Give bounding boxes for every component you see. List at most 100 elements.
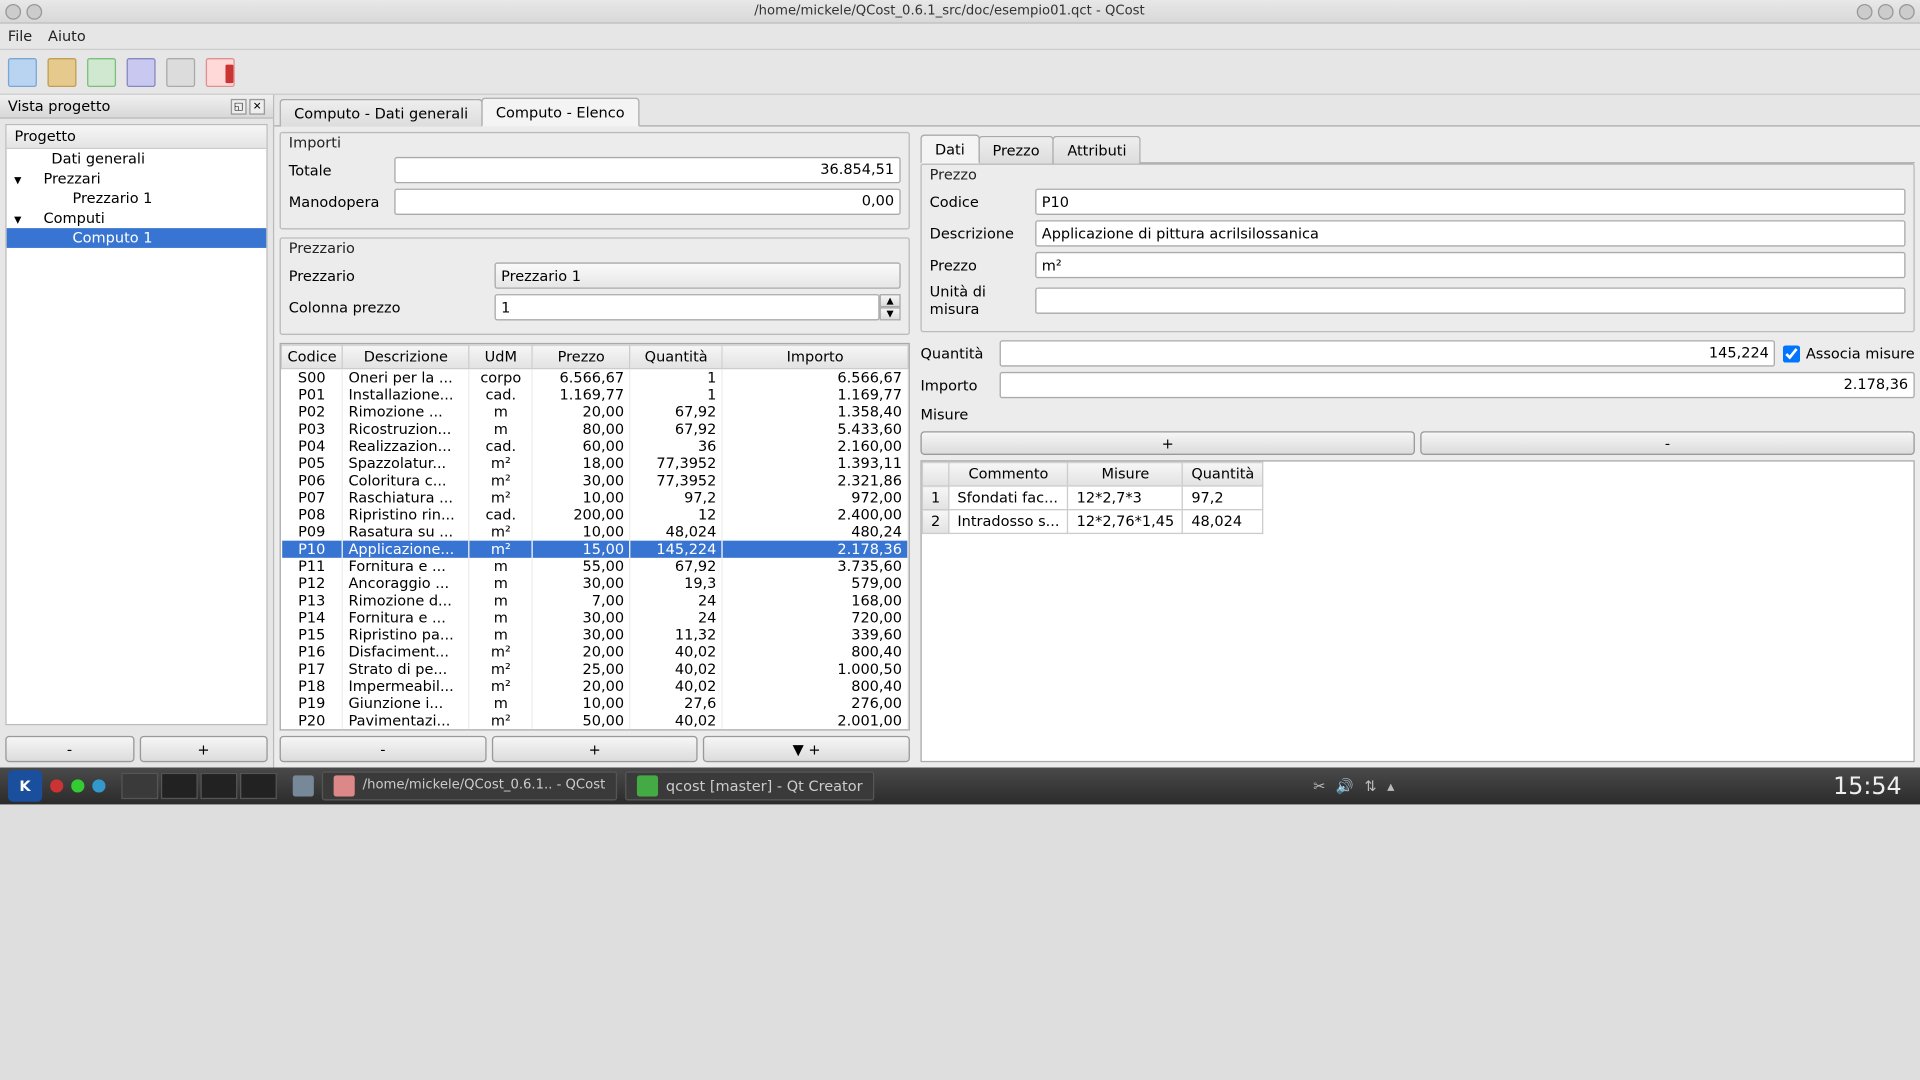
row-remove-button[interactable]: -	[280, 736, 487, 762]
table-row[interactable]: P17Strato di pe...m²25,0040,021.000,50	[282, 661, 908, 678]
window-button[interactable]	[1857, 3, 1873, 19]
window-button[interactable]	[1899, 3, 1915, 19]
desktop-pager[interactable]	[121, 773, 277, 799]
table-row[interactable]: P09Rasatura su ...m²10,0048,024480,24	[282, 524, 908, 541]
checkbox-associa-misure[interactable]	[1783, 345, 1800, 362]
kde-menu-icon[interactable]: K	[8, 770, 42, 802]
tray-network-icon[interactable]: ⇅	[1364, 777, 1376, 794]
import-icon[interactable]	[87, 57, 116, 86]
table-row[interactable]: P11Fornitura e ...m55,0067,923.735,60	[282, 558, 908, 575]
col-commento[interactable]: Commento	[949, 462, 1068, 486]
label-manodopera: Manodopera	[289, 193, 387, 210]
spin-up-icon[interactable]: ▲	[880, 294, 901, 307]
misure-remove-button[interactable]: -	[1420, 431, 1915, 455]
window-title: /home/mickele/QCost_0.6.1_src/doc/esempi…	[42, 4, 1857, 19]
project-tree[interactable]: Progetto Dati generali ▾Prezzari Prezzar…	[5, 124, 267, 725]
activity-green-icon[interactable]	[71, 779, 84, 792]
col-codice[interactable]: Codice	[282, 345, 343, 369]
activity-blue-icon[interactable]	[92, 779, 105, 792]
taskbar-app-qtcreator[interactable]: qcost [master] - Qt Creator	[625, 771, 874, 800]
col-quantita[interactable]: Quantità	[630, 345, 722, 369]
select-prezzario[interactable]: Prezzario 1	[495, 262, 901, 288]
tab-attributi[interactable]: Attributi	[1053, 136, 1141, 164]
table-row[interactable]: P18Impermeabil...m²20,0040,02800,40	[282, 678, 908, 695]
activity-red-icon[interactable]	[50, 779, 63, 792]
taskbar: K /home/mickele/QCost_0.6.1.. - QCost qc…	[0, 767, 1920, 804]
row-add-button[interactable]: +	[491, 736, 698, 762]
input-prezzo[interactable]	[1035, 252, 1905, 278]
table-row[interactable]: P03Ricostruzion...m80,0067,925.433,60	[282, 421, 908, 438]
table-row[interactable]: P12Ancoraggio ...m30,0019,3579,00	[282, 575, 908, 592]
menu-help[interactable]: Aiuto	[48, 28, 86, 45]
label-importo: Importo	[920, 376, 991, 393]
menubar: File Aiuto	[0, 24, 1920, 50]
misure-row[interactable]: 1Sfondati fac...12*2,7*397,2	[922, 486, 1262, 510]
col-prezzo[interactable]: Prezzo	[532, 345, 630, 369]
table-row[interactable]: P01Installazione...cad.1.169,7711.169,77	[282, 386, 908, 403]
table-row[interactable]: P15Ripristino pa...m30,0011,32339,60	[282, 626, 908, 643]
input-unita-misura[interactable]	[1035, 287, 1905, 313]
row-duplicate-button[interactable]: ▼ +	[703, 736, 910, 762]
taskbar-app-qcost[interactable]: /home/mickele/QCost_0.6.1.. - QCost	[322, 771, 617, 800]
window-titlebar: /home/mickele/QCost_0.6.1_src/doc/esempi…	[0, 0, 1920, 24]
save-icon[interactable]	[127, 57, 156, 86]
tab-elenco[interactable]: Computo - Elenco	[481, 98, 639, 127]
tab-dati-generali[interactable]: Computo - Dati generali	[280, 99, 483, 127]
input-descrizione[interactable]	[1035, 220, 1905, 246]
table-row[interactable]: P05Spazzolatur...m²18,0077,39521.393,11	[282, 455, 908, 472]
items-table[interactable]: Codice Descrizione UdM Prezzo Quantità I…	[280, 343, 910, 731]
tray-more-icon[interactable]: ▴	[1387, 777, 1394, 794]
col-importo[interactable]: Importo	[722, 345, 908, 369]
table-row[interactable]: P10Applicazione...m²15,00145,2242.178,36	[282, 541, 908, 558]
table-row[interactable]: P06Coloritura c...m²30,0077,39522.321,86	[282, 472, 908, 489]
print-icon[interactable]	[166, 57, 195, 86]
dock-float-button[interactable]: ◱	[231, 98, 247, 114]
tree-add-button[interactable]: +	[139, 736, 268, 762]
label-prezzo: Prezzo	[930, 256, 1028, 273]
tray-volume-icon[interactable]: 🔊	[1336, 777, 1354, 794]
tab-dati[interactable]: Dati	[920, 135, 979, 164]
menu-file[interactable]: File	[8, 28, 32, 45]
show-desktop-icon[interactable]	[293, 775, 314, 796]
expand-icon[interactable]: ▾	[12, 171, 24, 188]
tree-item-dati-generali[interactable]: Dati generali	[7, 149, 267, 169]
exit-icon[interactable]	[206, 57, 235, 86]
table-row[interactable]: P07Raschiatura ...m²10,0097,2972,00	[282, 489, 908, 506]
col-misure[interactable]: Misure	[1068, 462, 1183, 486]
field-importo: 2.178,36	[1000, 372, 1915, 398]
table-row[interactable]: S00Oneri per la ...corpo6.566,6716.566,6…	[282, 369, 908, 387]
tab-prezzo[interactable]: Prezzo	[978, 136, 1054, 164]
tree-item-prezzario1[interactable]: Prezzario 1	[7, 189, 267, 209]
dock-close-button[interactable]: ✕	[249, 98, 265, 114]
window-close-button[interactable]	[5, 3, 21, 19]
spin-colonna-prezzo[interactable]	[495, 294, 880, 320]
misure-add-button[interactable]: +	[920, 431, 1415, 455]
misure-table[interactable]: Commento Misure Quantità 1Sfondati fac..…	[920, 460, 1914, 762]
input-codice[interactable]	[1035, 189, 1905, 215]
tree-remove-button[interactable]: -	[5, 736, 134, 762]
window-min-button[interactable]	[26, 3, 42, 19]
table-row[interactable]: P16Disfaciment...m²20,0040,02800,40	[282, 644, 908, 661]
table-row[interactable]: P19Giunzione i...m10,0027,6276,00	[282, 695, 908, 712]
col-mqta[interactable]: Quantità	[1183, 462, 1263, 486]
misure-row[interactable]: 2Intradosso s...12*2,76*1,4548,024	[922, 510, 1262, 534]
table-row[interactable]: P20Pavimentazi...m²50,0040,022.001,00	[282, 712, 908, 729]
tray-scissors-icon[interactable]: ✂	[1313, 777, 1325, 794]
table-row[interactable]: P04Realizzazion...cad.60,00362.160,00	[282, 438, 908, 455]
table-row[interactable]: P02Rimozione ...m20,0067,921.358,40	[282, 404, 908, 421]
table-row[interactable]: P08Ripristino rin...cad.200,00122.400,00	[282, 506, 908, 523]
spin-down-icon[interactable]: ▼	[880, 307, 901, 320]
col-udm[interactable]: UdM	[469, 345, 532, 369]
open-icon[interactable]	[47, 57, 76, 86]
expand-icon[interactable]: ▾	[12, 211, 24, 228]
table-row[interactable]: P14Fornitura e ...m30,0024720,00	[282, 609, 908, 626]
new-icon[interactable]	[8, 57, 37, 86]
tree-item-computi[interactable]: ▾Computi	[7, 208, 267, 228]
taskbar-clock[interactable]: 15:54	[1833, 772, 1912, 800]
tree-item-computo1[interactable]: Computo 1	[7, 228, 267, 248]
window-button[interactable]	[1878, 3, 1894, 19]
table-row[interactable]: P13Rimozione d...m7,0024168,00	[282, 592, 908, 609]
col-descrizione[interactable]: Descrizione	[343, 345, 470, 369]
tree-item-prezzari[interactable]: ▾Prezzari	[7, 169, 267, 189]
label-prezzario: Prezzario	[289, 267, 487, 284]
